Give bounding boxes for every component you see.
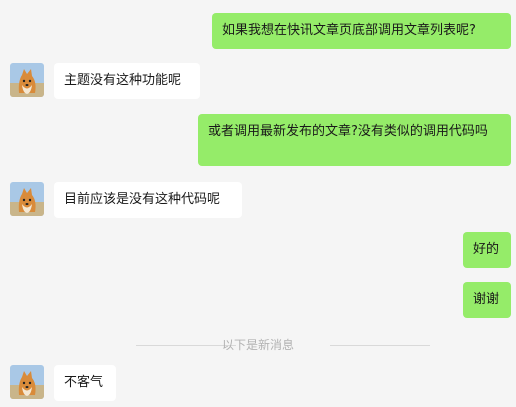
message-text: 不客气 xyxy=(64,375,104,390)
message-text: 谢谢 xyxy=(473,292,500,307)
shiba-dog-avatar-icon xyxy=(10,63,44,97)
avatar[interactable] xyxy=(10,365,44,399)
divider-line-right xyxy=(330,345,430,346)
message-bubble-self[interactable]: 谢谢 xyxy=(463,282,511,318)
message-text: 主题没有这种功能呢 xyxy=(64,73,182,88)
message-text: 或者调用最新发布的文章?没有类似的调用代码吗 xyxy=(208,124,488,139)
avatar[interactable] xyxy=(10,63,44,97)
message-bubble-self[interactable]: 好的 xyxy=(463,232,511,268)
message-bubble-other[interactable]: 目前应该是没有这种代码呢 xyxy=(54,182,242,218)
message-text: 好的 xyxy=(473,242,500,257)
avatar[interactable] xyxy=(10,182,44,216)
shiba-dog-avatar-icon xyxy=(10,365,44,399)
message-text: 目前应该是没有这种代码呢 xyxy=(64,192,221,207)
chat-window: 如果我想在快讯文章页底部调用文章列表呢? 主题没有这种功能呢 或者调用最新发布的… xyxy=(0,0,516,407)
shiba-dog-avatar-icon xyxy=(10,182,44,216)
message-text: 如果我想在快讯文章页底部调用文章列表呢? xyxy=(222,23,476,38)
message-bubble-other[interactable]: 主题没有这种功能呢 xyxy=(54,63,200,99)
new-messages-divider: 以下是新消息 xyxy=(0,336,516,354)
message-bubble-other[interactable]: 不客气 xyxy=(54,365,116,401)
message-bubble-self[interactable]: 或者调用最新发布的文章?没有类似的调用代码吗 xyxy=(198,114,511,166)
divider-label: 以下是新消息 xyxy=(221,338,294,352)
message-bubble-self[interactable]: 如果我想在快讯文章页底部调用文章列表呢? xyxy=(212,13,511,49)
